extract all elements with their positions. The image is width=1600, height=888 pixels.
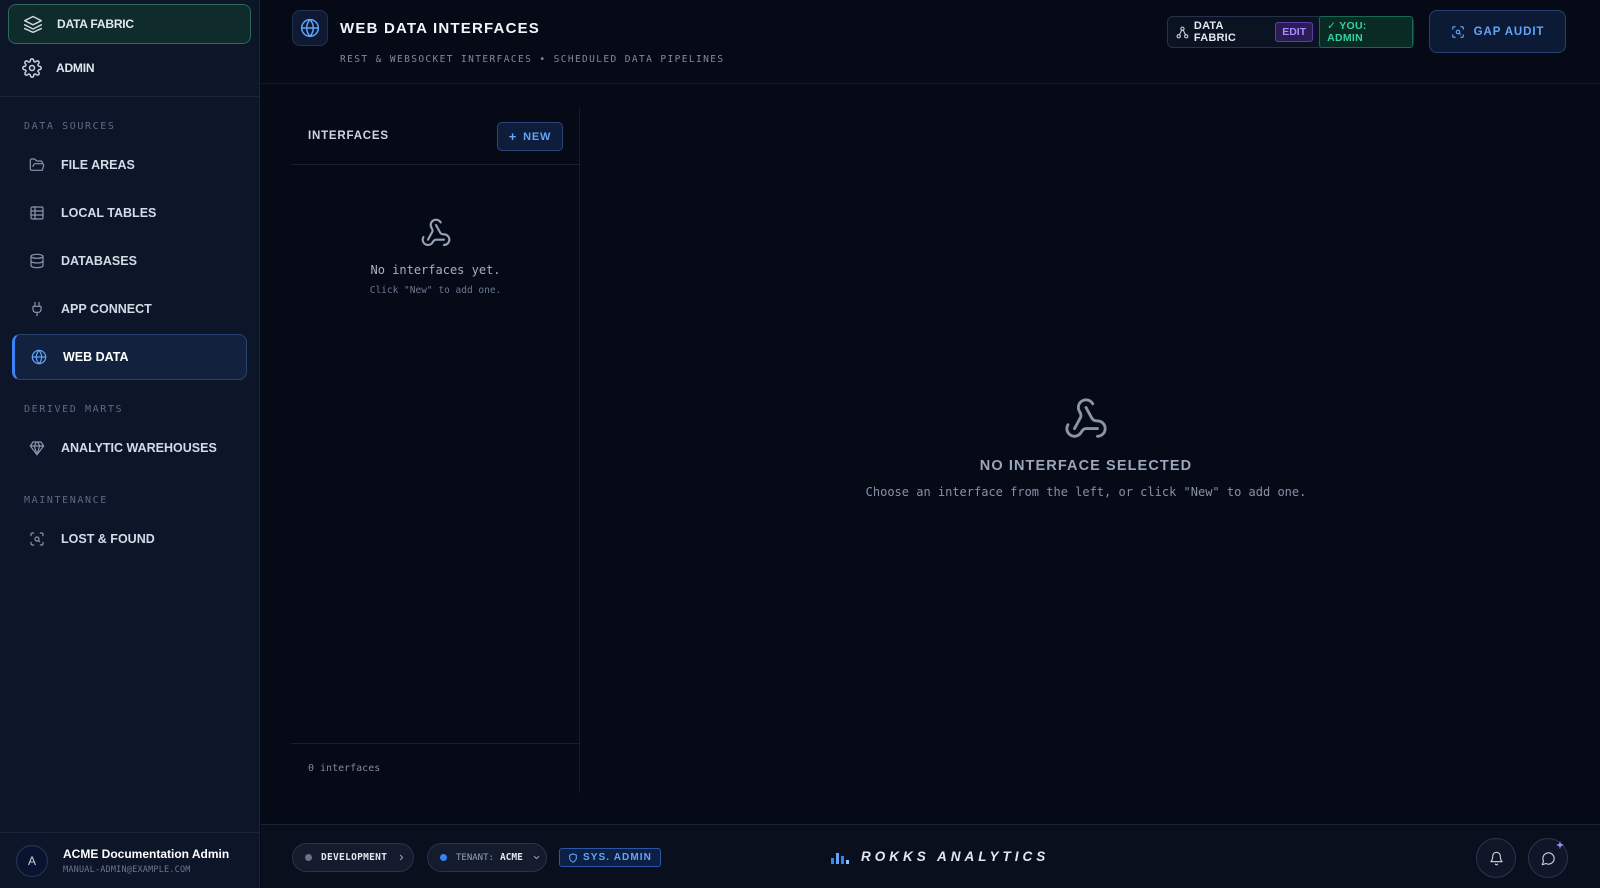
new-label: NEW	[523, 130, 552, 143]
webhook-icon	[421, 218, 450, 247]
detail-empty-state: NO INTERFACE SELECTED Choose an interfac…	[581, 396, 1591, 499]
nav-admin[interactable]: ADMIN	[8, 48, 251, 88]
brand-name: ROKKS ANALYTICS	[861, 849, 1050, 864]
sidebar-item-analytic-warehouses[interactable]: ANALYTIC WAREHOUSES	[12, 425, 247, 471]
tenant-label: TENANT:	[456, 852, 494, 863]
sidebar-item-label: LOCAL TABLES	[61, 206, 157, 220]
user-profile[interactable]: A ACME Documentation Admin MANUAL-ADMIN@…	[0, 832, 260, 888]
plus-icon: +	[508, 129, 518, 144]
globe-icon	[300, 18, 320, 38]
gap-audit-button[interactable]: GAP AUDIT	[1429, 10, 1566, 53]
page-header: WEB DATA INTERFACES REST & WEBSOCKET INT…	[261, 0, 1600, 84]
bar-chart-logo-icon	[831, 852, 849, 864]
folder-open-icon	[29, 158, 45, 171]
chat-assistant-button[interactable]	[1528, 838, 1568, 878]
globe-icon	[31, 349, 47, 365]
gap-audit-label: GAP AUDIT	[1473, 25, 1545, 38]
page-icon	[292, 10, 328, 46]
fabric-status: DATA FABRIC EDIT ✓ YOU: ADMIN	[1167, 16, 1414, 48]
edit-badge: EDIT	[1275, 22, 1314, 42]
network-icon	[1176, 26, 1189, 38]
tenant-dot	[440, 854, 447, 861]
chevron-right-icon	[400, 854, 404, 861]
plug-icon	[32, 301, 42, 317]
brand-logo: ROKKS ANALYTICS	[831, 849, 1049, 864]
detail-empty-hint: Choose an interface from the left, or cl…	[865, 485, 1307, 499]
sidebar-item-local-tables[interactable]: LOCAL TABLES	[12, 190, 247, 236]
sparkle-icon	[1556, 840, 1564, 850]
fabric-label: DATA FABRIC	[1193, 20, 1237, 44]
tenant-selector[interactable]: TENANT: ACME	[427, 843, 547, 872]
top-nav: DATA FABRIC ADMIN	[0, 0, 259, 97]
nav-data-fabric[interactable]: DATA FABRIC	[8, 4, 251, 44]
layers-icon	[23, 15, 43, 34]
shield-icon	[569, 852, 577, 863]
user-name: ACME Documentation Admin	[63, 846, 230, 861]
sidebar: DATA FABRIC ADMIN DATA SOURCES FILE AREA…	[0, 0, 260, 888]
status-bar: DEVELOPMENT TENANT: ACME SYS. ADMIN ROKK…	[261, 824, 1600, 888]
sidebar-item-web-data[interactable]: WEB DATA	[12, 334, 247, 380]
sidebar-item-lost-and-found[interactable]: LOST & FOUND	[12, 516, 247, 562]
scan-search-icon	[30, 532, 44, 546]
chevron-down-icon	[533, 855, 540, 860]
interfaces-panel-header: INTERFACES + NEW	[291, 107, 579, 165]
sys-admin-label: SYS. ADMIN	[583, 852, 652, 863]
environment-label: DEVELOPMENT	[321, 852, 388, 863]
tenant-value: ACME	[499, 852, 523, 863]
notifications-button[interactable]	[1476, 838, 1516, 878]
detail-empty-title: NO INTERFACE SELECTED	[979, 458, 1193, 474]
interfaces-count: 0 interfaces	[291, 743, 580, 793]
interfaces-empty-state: No interfaces yet. Click "New" to add on…	[291, 217, 580, 296]
interfaces-panel: INTERFACES + NEW No interfaces yet. Clic…	[291, 107, 580, 793]
sidebar-item-label: FILE AREAS	[61, 158, 135, 172]
sidebar-item-label: APP CONNECT	[61, 302, 152, 316]
empty-interfaces-text: No interfaces yet.	[370, 263, 501, 277]
gem-icon	[29, 441, 45, 456]
new-interface-button[interactable]: + NEW	[497, 122, 563, 151]
message-circle-icon	[1541, 851, 1555, 865]
bell-icon	[1489, 851, 1503, 865]
sidebar-item-app-connect[interactable]: APP CONNECT	[12, 286, 247, 332]
section-label-data-sources: DATA SOURCES	[24, 121, 116, 132]
sidebar-item-label: ANALYTIC WAREHOUSES	[61, 441, 217, 455]
avatar: A	[16, 844, 48, 877]
interfaces-title: INTERFACES	[308, 129, 389, 142]
section-label-maintenance: MAINTENANCE	[24, 495, 108, 506]
environment-dot	[305, 854, 312, 861]
nav-admin-label: ADMIN	[56, 61, 95, 75]
environment-selector[interactable]: DEVELOPMENT	[292, 843, 414, 872]
role-badge: ✓ YOU: ADMIN	[1319, 16, 1413, 48]
page-title: WEB DATA INTERFACES	[340, 20, 541, 37]
sidebar-item-label: WEB DATA	[63, 350, 129, 364]
empty-interfaces-hint: Click "New" to add one.	[369, 285, 502, 296]
gear-icon	[22, 58, 42, 78]
sys-admin-badge: SYS. ADMIN	[559, 848, 661, 867]
webhook-icon	[1065, 398, 1107, 438]
database-icon	[30, 253, 44, 269]
scan-search-icon	[1451, 25, 1464, 38]
sidebar-item-databases[interactable]: DATABASES	[12, 238, 247, 284]
table-icon	[30, 206, 44, 220]
user-email: MANUAL-ADMIN@EXAMPLE.COM	[63, 864, 191, 875]
sidebar-item-label: DATABASES	[61, 254, 137, 268]
sidebar-item-label: LOST & FOUND	[61, 532, 155, 546]
section-label-derived-marts: DERIVED MARTS	[24, 404, 124, 415]
sidebar-item-file-areas[interactable]: FILE AREAS	[12, 142, 247, 188]
nav-data-fabric-label: DATA FABRIC	[57, 17, 134, 31]
page-subtitle: REST & WEBSOCKET INTERFACES • SCHEDULED …	[340, 54, 725, 65]
